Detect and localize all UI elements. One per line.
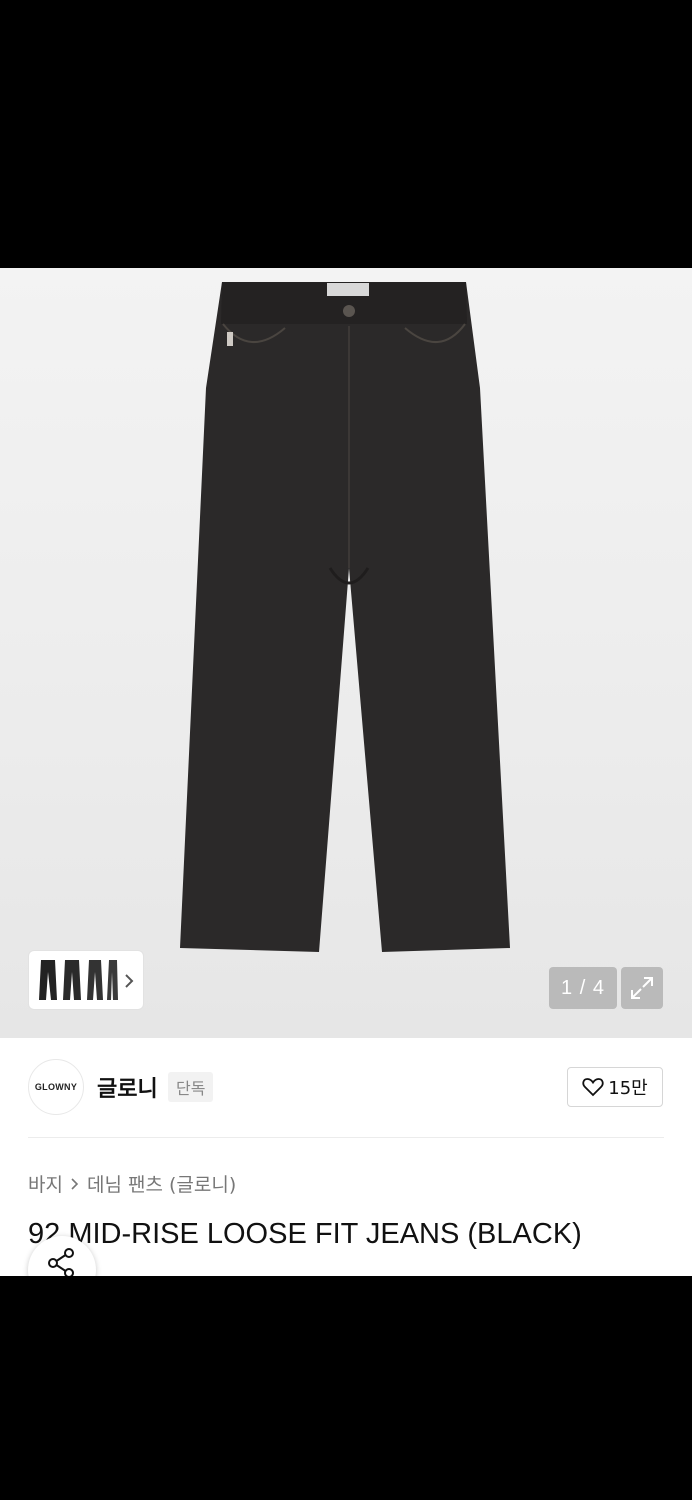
product-info-panel: GLOWNY 글로니 단독 15만 바지 데님 팬츠 (글로니) 92 MID-…	[0, 1038, 692, 1276]
breadcrumb: 바지 데님 팬츠 (글로니)	[28, 1170, 236, 1197]
thumbnail-strip[interactable]	[28, 950, 144, 1010]
brand-logo[interactable]: GLOWNY	[28, 1059, 84, 1115]
image-counter: 1 / 4	[549, 967, 617, 1009]
exclusive-badge: 단독	[168, 1072, 214, 1102]
like-button[interactable]: 15만	[567, 1067, 663, 1107]
share-icon	[48, 1248, 74, 1276]
breadcrumb-subcategory[interactable]: 데님 팬츠 (글로니)	[87, 1170, 236, 1197]
heart-icon	[582, 1078, 604, 1097]
thumbnail-images	[39, 960, 118, 1000]
divider	[28, 1137, 664, 1138]
product-title: 92 MID-RISE LOOSE FIT JEANS (BLACK)	[28, 1218, 582, 1250]
like-count: 15만	[608, 1078, 648, 1099]
chevron-right-icon[interactable]	[121, 969, 137, 993]
product-image-jeans	[180, 282, 510, 952]
screen: 1 / 4 GLOWNY 글로니 단독 15만 바지 데님 팬츠 (글로니) 9…	[0, 0, 692, 1500]
brand-name[interactable]: 글로니	[97, 1071, 158, 1103]
expand-icon	[631, 977, 653, 999]
expand-button[interactable]	[621, 967, 663, 1009]
product-image-gallery[interactable]: 1 / 4	[0, 268, 692, 1038]
breadcrumb-category[interactable]: 바지	[28, 1170, 63, 1197]
chevron-right-icon	[71, 1177, 79, 1190]
